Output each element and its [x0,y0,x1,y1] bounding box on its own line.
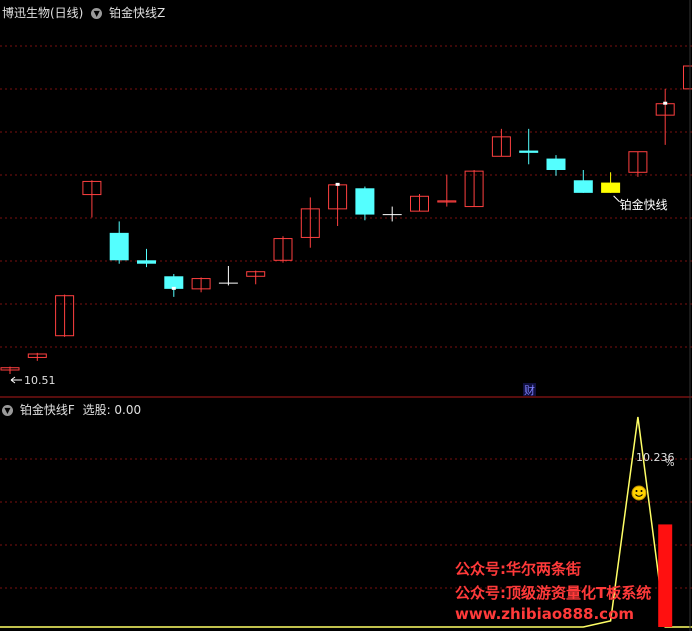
smiley-eye [635,490,638,492]
select-value: 选股: 0.00 [82,403,142,417]
candle-body [683,65,692,90]
stock-title: 博迅生物(日线) [2,6,84,20]
smiley-face-icon [631,485,647,501]
candle-body [519,150,539,153]
indicator-value-suffix: % [665,458,675,469]
stock-chart-window: 10.51 铂金快线财 10.236% 博迅生物(日线) ▼ 铂金快线Z ▼ 铂金快… [0,0,692,631]
chevron-down-icon[interactable]: ▼ [91,8,103,19]
candle-body [573,180,593,193]
candle-marker [171,286,176,290]
main-indicator-name[interactable]: 铂金快线Z [109,6,165,20]
candle-body [137,260,156,264]
candle-marker [663,101,668,105]
watermark-line-3: www.zhibiao888.com [455,605,635,623]
chevron-down-icon[interactable]: ▼ [2,405,13,416]
main-panel-header: 博迅生物(日线) ▼ 铂金快线Z [2,4,165,21]
sub-indicator-name[interactable]: 铂金快线F [20,403,75,417]
candle-body [109,232,129,261]
sub-panel-header: ▼ 铂金快线F 选股: 0.00 [2,401,141,418]
low-price-label: 10.51 [24,374,56,387]
candle-body [546,158,566,170]
candle-marker [335,182,340,186]
watermark-line-1: 公众号:华尔两条街 [455,560,581,578]
candle-body [355,188,375,215]
finance-marker[interactable]: 财 [524,383,535,397]
watermark-line-2: 公众号:顶级游资量化T板系统 [455,584,652,602]
signal-label: 铂金快线 [620,197,668,212]
smiley-eye [640,490,643,492]
chart-canvas[interactable]: 10.51铂金快线财10.236% [0,0,692,631]
indicator-bar [658,524,673,627]
candle-body [601,182,621,193]
